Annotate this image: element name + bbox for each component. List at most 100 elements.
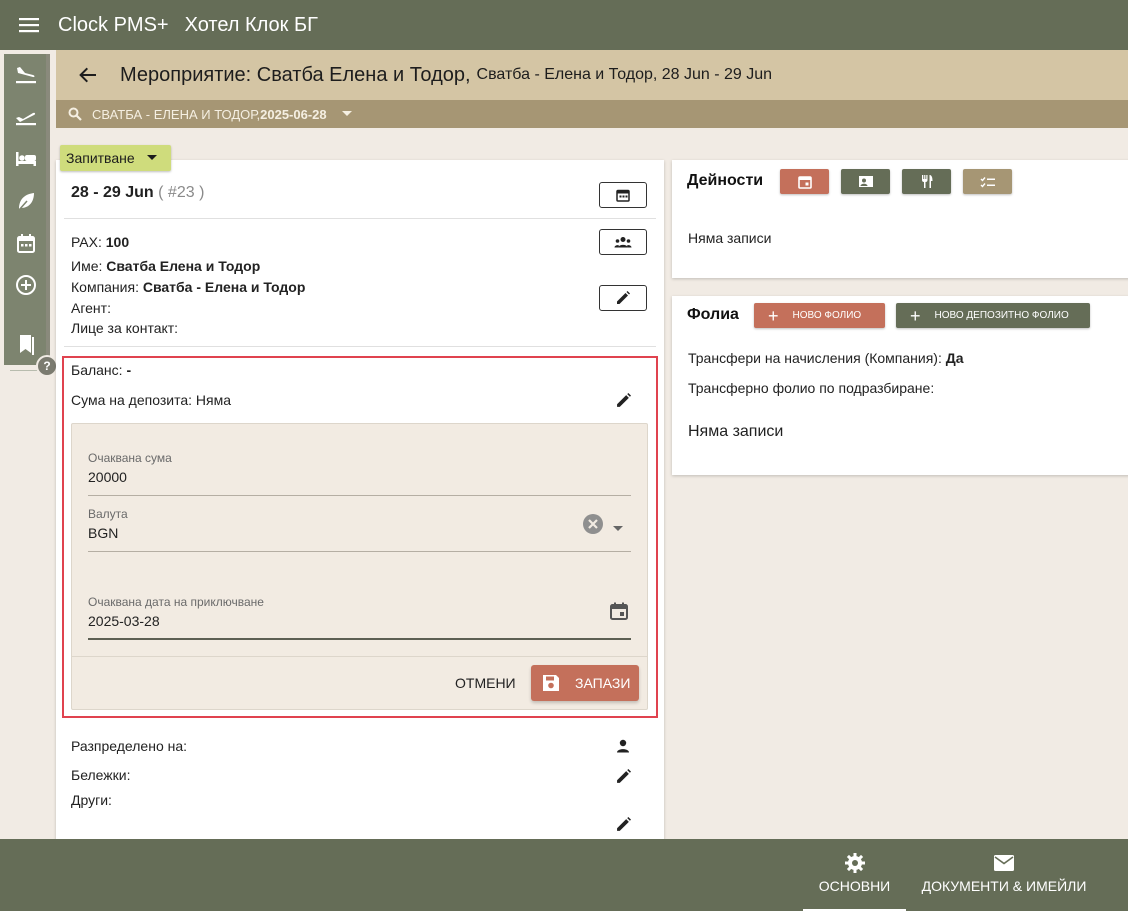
chevron-down-icon[interactable]	[341, 110, 353, 118]
tab-documents[interactable]: ДОКУМЕНТИ & ИМЕЙЛИ	[914, 839, 1094, 911]
person-icon[interactable]	[612, 735, 634, 757]
back-arrow-icon[interactable]	[56, 50, 120, 100]
add-dining-button[interactable]	[902, 169, 951, 194]
activities-empty: Няма записи	[688, 230, 772, 246]
calendar-button[interactable]	[599, 182, 647, 208]
tab-basics-label: ОСНОВНИ	[818, 878, 891, 894]
divider	[64, 218, 656, 219]
divider	[64, 346, 656, 347]
agent-label: Агент:	[71, 300, 111, 316]
event-dates: 28 - 29 Jun ( #23 )	[71, 184, 204, 202]
currency-select[interactable]: BGN	[88, 525, 118, 541]
name-row: Име: Сватба Елена и Тодор	[71, 258, 260, 274]
due-date-input[interactable]: 2025-03-28	[88, 613, 160, 629]
new-deposit-folio-label: НОВО ДЕПОЗИТНО ФОЛИО	[934, 310, 1069, 321]
help-icon[interactable]: ?	[36, 355, 58, 377]
page-header: Мероприятие: Сватба Елена и Тодор, Сватб…	[56, 50, 1128, 100]
form-footer-divider	[72, 656, 647, 657]
name-label: Име:	[71, 258, 103, 274]
new-folio-button[interactable]: + НОВО ФОЛИО	[754, 303, 885, 328]
assigned-label: Разпределено на:	[71, 738, 188, 754]
checklist-icon	[980, 176, 995, 188]
sidebar	[4, 54, 50, 371]
edit-other-pencil-icon[interactable]	[612, 813, 634, 835]
balance-label: Баланс:	[71, 362, 123, 378]
balance-row: Баланс: -	[71, 362, 131, 378]
notes-label: Бележки:	[71, 767, 131, 783]
group-icon	[614, 237, 632, 248]
company-label: Компания:	[71, 279, 139, 295]
event-details-card: 28 - 29 Jun ( #23 ) PAX: 100 Име: Сватба…	[56, 160, 664, 850]
status-label: Запитване	[66, 150, 135, 166]
leaf-icon[interactable]	[13, 188, 39, 214]
add-task-button[interactable]	[963, 169, 1012, 194]
search-selector[interactable]: СВАТБА - ЕЛЕНА И ТОДОР, 2025-06-28	[56, 100, 1128, 128]
hotel-name: Хотел Клок БГ	[184, 13, 318, 36]
add-circle-icon[interactable]	[13, 272, 39, 298]
event-number: ( #23 )	[158, 184, 205, 201]
dropdown-arrow-icon[interactable]	[612, 520, 624, 531]
add-meeting-button[interactable]	[841, 169, 890, 194]
presentation-icon	[858, 175, 873, 187]
transfer-label: Трансфери на начисления (Компания):	[688, 350, 942, 366]
save-label: ЗАПАЗИ	[575, 675, 631, 691]
calendar-icon	[616, 189, 630, 202]
input-underline-active	[88, 638, 631, 640]
cancel-button[interactable]: ОТМЕНИ	[455, 675, 516, 691]
chevron-down-icon	[146, 155, 157, 161]
edit-notes-pencil-icon[interactable]	[612, 765, 634, 787]
input-underline	[88, 551, 631, 552]
tab-documents-label: ДОКУМЕНТИ & ИМЕЙЛИ	[921, 878, 1087, 894]
search-icon	[68, 107, 82, 121]
balance-value: -	[126, 362, 132, 378]
calendar-icon[interactable]	[13, 230, 39, 256]
event-date-range: 28 - 29 Jun	[71, 184, 154, 201]
input-underline	[88, 495, 631, 496]
transfer-row: Трансфери на начисления (Компания): Да	[688, 350, 964, 366]
save-icon	[541, 673, 561, 693]
company-row: Компания: Сватба - Елена и Тодор	[71, 279, 305, 295]
due-date-label: Очаквана дата на приключване	[88, 595, 264, 609]
bookmarks-icon[interactable]	[13, 331, 39, 357]
flight-takeoff-icon[interactable]	[13, 104, 39, 130]
new-deposit-folio-button[interactable]: + НОВО ДЕПОЗИТНО ФОЛИО	[896, 303, 1090, 328]
currency-label: Валута	[88, 507, 128, 521]
new-folio-label: НОВО ФОЛИО	[792, 310, 862, 321]
plus-icon: +	[768, 305, 779, 326]
group-button[interactable]	[599, 229, 647, 255]
bed-icon[interactable]	[13, 146, 39, 172]
bottom-navigation: ОСНОВНИ ДОКУМЕНТИ & ИМЕЙЛИ	[0, 839, 1128, 911]
pencil-icon	[617, 291, 630, 304]
activities-title: Дейности	[687, 172, 764, 189]
event-icon	[797, 175, 812, 189]
restaurant-icon	[921, 175, 932, 188]
tab-basics[interactable]: ОСНОВНИ	[803, 839, 906, 911]
folios-empty: Няма записи	[688, 423, 784, 440]
page-subtitle: Сватба - Елена и Тодор, 28 Jun - 29 Jun	[476, 66, 773, 83]
folios-card: Фолиа + НОВО ФОЛИО + НОВО ДЕПОЗИТНО ФОЛИ…	[672, 296, 1128, 475]
gear-icon	[844, 852, 866, 874]
deposit-form: Очаквана сума 20000 Валута BGN Очаквана …	[71, 423, 648, 710]
plus-icon: +	[910, 305, 921, 326]
flight-land-icon[interactable]	[13, 62, 39, 88]
expected-amount-input[interactable]: 20000	[88, 469, 127, 485]
deposit-amount-label: Сума на депозита: Няма	[71, 392, 231, 408]
status-dropdown[interactable]: Запитване	[60, 145, 171, 171]
mail-icon	[993, 852, 1015, 874]
page-title: Мероприятие: Сватба Елена и Тодор,	[120, 63, 471, 86]
pax-label: PAX:	[71, 234, 102, 250]
contact-label: Лице за контакт:	[71, 320, 179, 336]
clear-icon[interactable]	[583, 514, 603, 534]
calendar-picker-icon[interactable]	[609, 601, 629, 621]
save-button[interactable]: ЗАПАЗИ	[531, 665, 639, 701]
pax-value: 100	[105, 234, 130, 250]
menu-icon[interactable]	[0, 0, 58, 50]
other-label: Други:	[71, 792, 112, 808]
edit-deposit-pencil-icon[interactable]	[612, 389, 634, 411]
name-value: Сватба Елена и Тодор	[106, 258, 261, 274]
expected-amount-label: Очаквана сума	[88, 451, 172, 465]
add-event-button[interactable]	[780, 169, 829, 194]
activities-card: Дейности Няма записи	[672, 160, 1128, 278]
company-value: Сватба - Елена и Тодор	[142, 279, 306, 295]
edit-event-button[interactable]	[599, 285, 647, 311]
